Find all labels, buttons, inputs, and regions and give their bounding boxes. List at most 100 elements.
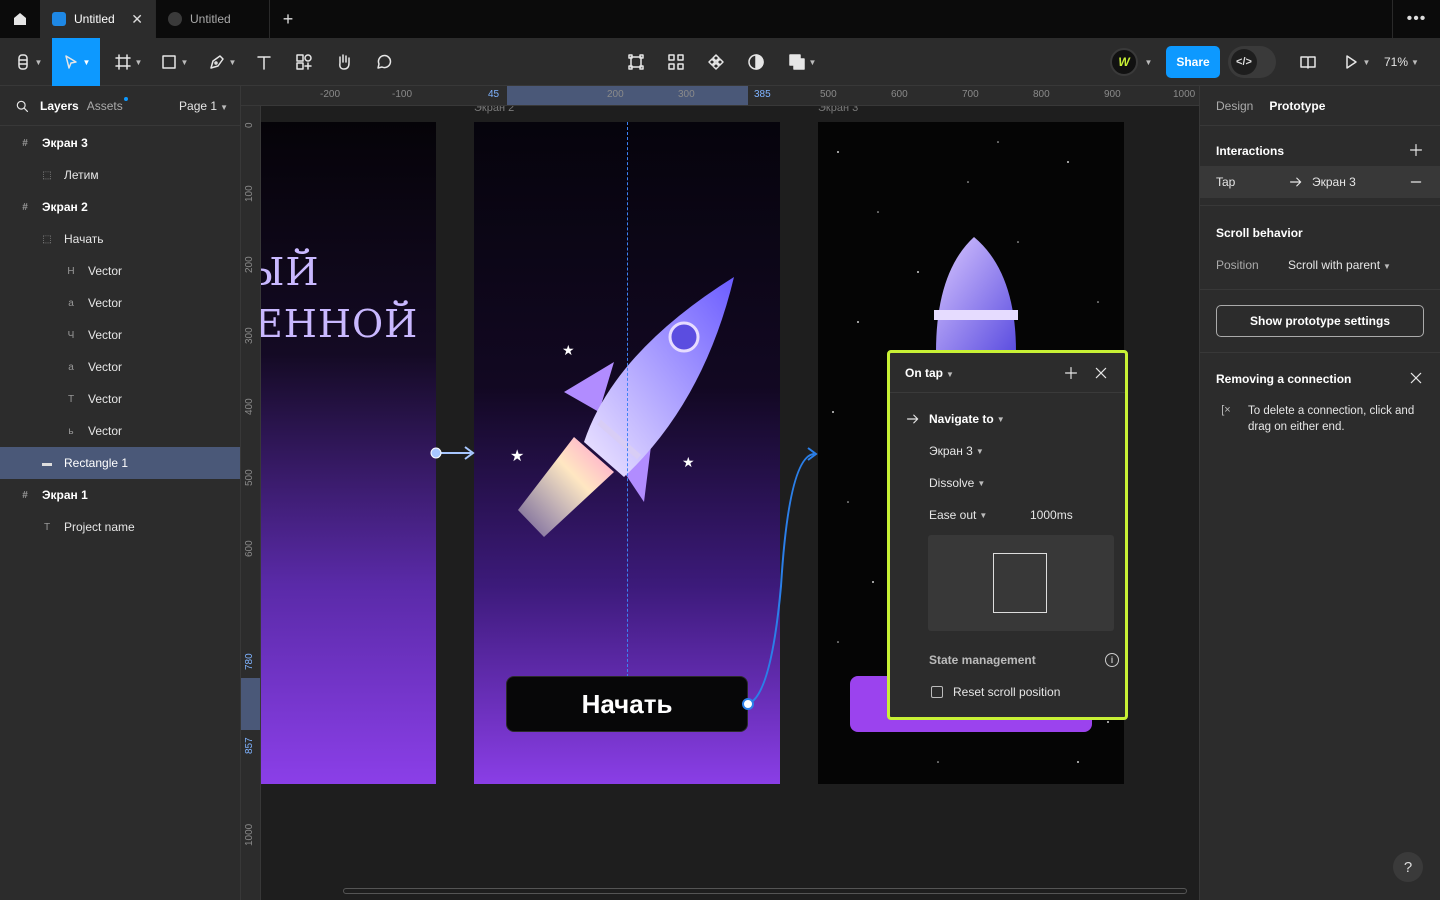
library-button[interactable] (1294, 38, 1322, 86)
frame-screen-2[interactable]: ★ ★ ★ Начать (474, 122, 780, 784)
home-icon[interactable] (0, 0, 40, 38)
layer-vector[interactable]: a Vector (0, 351, 240, 383)
layer-vector[interactable]: T Vector (0, 383, 240, 415)
show-prototype-settings-button[interactable]: Show prototype settings (1216, 305, 1424, 337)
avatar-dropdown[interactable]: ▼ (1140, 38, 1154, 86)
dev-mode-toggle[interactable]: </> (1228, 46, 1276, 78)
pen-tool-button[interactable]: ▼ (202, 38, 242, 86)
position-select[interactable]: Scroll with parent ▼ (1288, 258, 1391, 272)
add-interaction-icon[interactable] (1408, 142, 1424, 158)
frame-tool-button[interactable]: ▼ (108, 38, 148, 86)
figma-logo-icon (17, 54, 28, 70)
layer-name: Экран 1 (42, 488, 88, 502)
layer-vector[interactable]: H Vector (0, 255, 240, 287)
help-button[interactable]: ? (1393, 852, 1423, 882)
zoom-level: 71% (1384, 55, 1409, 69)
removing-connection-section: Removing a connection [× To delete a con… (1200, 352, 1440, 442)
vector-icon: a (68, 361, 74, 373)
design-tab[interactable]: Design (1216, 99, 1253, 113)
mask-button[interactable] (742, 38, 770, 86)
more-options-icon[interactable]: ••• (1392, 0, 1440, 38)
info-icon[interactable]: i (1105, 653, 1119, 667)
layer-frame-screen-2[interactable]: # Экран 2 (0, 191, 240, 223)
state-management-label: State management (929, 653, 1036, 667)
frame-label[interactable]: Экран 3 (818, 106, 858, 114)
interaction-row[interactable]: Tap Экран 3 (1200, 166, 1440, 198)
assets-tab[interactable]: Assets (87, 96, 128, 113)
layer-rectangle-1[interactable]: ▬ Rectangle 1 (0, 447, 240, 479)
layer-vector[interactable]: a Vector (0, 287, 240, 319)
layer-frame-screen-3[interactable]: # Экран 3 (0, 127, 240, 159)
ruler-tick: 200 (244, 256, 255, 273)
search-icon[interactable] (12, 99, 32, 113)
ruler-tick: 1000 (244, 823, 255, 846)
new-tab-button[interactable]: + (270, 0, 306, 38)
reset-scroll-checkbox[interactable] (931, 686, 943, 698)
transform-button[interactable] (622, 38, 650, 86)
interaction-popup: On tap ▼ Navigate to ▼ Экран 3 ▼ Dissolve ▼ … (887, 350, 1128, 720)
present-button[interactable]: ▼ (1336, 38, 1376, 86)
vector-icon: ь (68, 425, 74, 437)
tab-label: Untitled (74, 12, 115, 26)
ruler-tick: 800 (1033, 89, 1050, 100)
start-button[interactable]: Начать (506, 676, 748, 732)
layer-vector[interactable]: ь Vector (0, 415, 240, 447)
close-icon[interactable] (1408, 370, 1424, 386)
ruler-selection-highlight (507, 86, 748, 105)
state-management-row: State management i (929, 644, 1119, 676)
ruler-tick: -200 (320, 89, 341, 100)
ruler-tick: 900 (1104, 89, 1121, 100)
resources-button[interactable] (290, 38, 318, 86)
layer-text-project-name[interactable]: T Project name (0, 511, 240, 543)
zoom-control[interactable]: 71% ▼ (1384, 38, 1419, 86)
action-select[interactable]: Navigate to ▼ (905, 403, 1005, 435)
add-action-icon[interactable] (1059, 361, 1083, 385)
shape-tool-button[interactable]: ▼ (154, 38, 194, 86)
share-button[interactable]: Share (1166, 46, 1220, 78)
trigger-select[interactable]: On tap ▼ (905, 366, 954, 380)
layer-frame-screen-1[interactable]: # Экран 1 (0, 479, 240, 511)
tab-untitled[interactable]: Untitled (156, 0, 270, 38)
avatar[interactable]: W (1110, 48, 1138, 76)
close-icon[interactable]: ✕ (131, 11, 143, 28)
tab-untitled-active[interactable]: Untitled ✕ (40, 0, 156, 38)
properties-tabs: Design Prototype (1200, 86, 1440, 126)
frame-screen-1[interactable]: ЫЙ ЕННОЙ (261, 122, 436, 784)
prototype-tab[interactable]: Prototype (1269, 99, 1325, 113)
close-icon[interactable] (1089, 361, 1113, 385)
boolean-button[interactable]: ▼ (782, 38, 822, 86)
reset-scroll-row[interactable]: Reset scroll position (931, 676, 1060, 708)
horizontal-scrollbar[interactable] (343, 888, 1187, 894)
frame-icon (114, 54, 131, 70)
layer-group-nachat[interactable]: ⬚ Начать (0, 223, 240, 255)
main-menu-button[interactable]: ▼ (8, 38, 48, 86)
text-tool-button[interactable] (250, 38, 278, 86)
destination-select[interactable]: Экран 3 ▼ (929, 435, 984, 467)
easing-select[interactable]: Ease out ▼ (929, 499, 987, 531)
auto-layout-button[interactable] (662, 38, 690, 86)
disconnect-icon: [× (1221, 404, 1231, 416)
hand-tool-button[interactable] (330, 38, 358, 86)
arrow-right-icon (1288, 174, 1304, 190)
move-tool-button[interactable]: ▼ (52, 38, 100, 86)
scroll-behavior-title: Scroll behavior (1216, 226, 1303, 240)
frame-label[interactable]: Экран 2 (474, 106, 514, 114)
component-button[interactable] (702, 38, 730, 86)
interaction-target: Экран 3 (1312, 175, 1356, 189)
layer-vector[interactable]: Ч Vector (0, 319, 240, 351)
layer-group-letim[interactable]: ⬚ Летим (0, 159, 240, 191)
animation-select[interactable]: Dissolve ▼ (929, 467, 985, 499)
duration-input[interactable]: 1000ms (1030, 499, 1073, 531)
alignment-guide (627, 122, 628, 682)
page-selector[interactable]: Page 1 ▼ (179, 99, 228, 113)
layers-tab[interactable]: Layers (40, 99, 79, 113)
ruler-tick: 385 (754, 89, 771, 100)
remove-interaction-icon[interactable] (1408, 174, 1424, 190)
contrast-icon (748, 54, 764, 70)
ruler-tick: 1000 (1173, 89, 1196, 100)
position-label: Position (1216, 258, 1259, 272)
grid-icon (668, 54, 684, 70)
layer-name: Летим (64, 168, 99, 182)
prototype-file-icon (168, 12, 182, 26)
comment-tool-button[interactable] (370, 38, 398, 86)
